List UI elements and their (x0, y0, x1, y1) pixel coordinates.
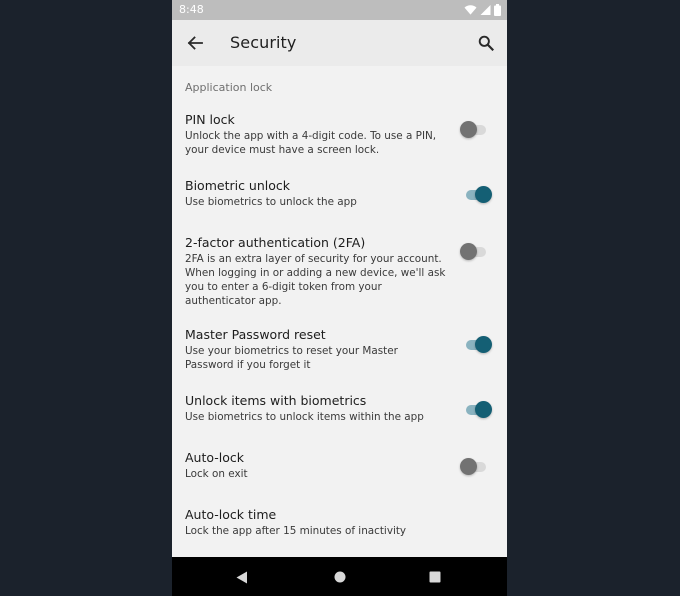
auto-lock-switch[interactable] (458, 457, 492, 477)
status-time: 8:48 (179, 3, 204, 16)
recents-nav-icon (429, 571, 441, 583)
section-header: Application lock (185, 81, 273, 94)
setting-master-password-reset[interactable]: Master Password reset Use your biometric… (172, 327, 507, 371)
setting-biometric-unlock[interactable]: Biometric unlock Use biometrics to unloc… (172, 178, 507, 210)
switch-thumb (460, 121, 477, 138)
setting-title: PIN lock (185, 112, 235, 127)
back-nav-icon (236, 571, 247, 583)
setting-auto-lock-time[interactable]: Auto-lock time Lock the app after 15 min… (172, 507, 507, 539)
setting-description: Unlock the app with a 4-digit code. To u… (185, 130, 437, 156)
setting-two-factor-auth[interactable]: 2-factor authentication (2FA) 2FA is an … (172, 235, 507, 307)
setting-description: Use your biometrics to reset your Master… (185, 345, 398, 371)
nav-recents-button[interactable] (425, 567, 445, 587)
page-title: Security (230, 33, 297, 52)
status-bar: 8:48 (172, 0, 507, 20)
battery-icon (494, 4, 501, 16)
setting-title: 2-factor authentication (2FA) (185, 235, 366, 250)
setting-description: 2FA is an extra layer of security for yo… (185, 253, 446, 307)
master-password-reset-switch[interactable] (458, 335, 492, 355)
nav-back-button[interactable] (232, 567, 252, 587)
setting-pin-lock[interactable]: PIN lock Unlock the app with a 4-digit c… (172, 112, 507, 156)
back-button[interactable] (184, 32, 206, 54)
wifi-icon (464, 5, 477, 15)
setting-title: Unlock items with biometrics (185, 393, 367, 408)
setting-description: Use biometrics to unlock items within th… (185, 411, 424, 423)
navigation-bar (172, 557, 507, 596)
pin-lock-switch[interactable] (458, 120, 492, 140)
phone-screen: 8:48 Security Application lock PIN lock … (172, 0, 507, 596)
search-icon (478, 35, 494, 51)
nav-home-button[interactable] (330, 567, 350, 587)
setting-description: Lock on exit (185, 468, 248, 480)
biometric-unlock-switch[interactable] (458, 185, 492, 205)
setting-description: Use biometrics to unlock the app (185, 196, 357, 208)
setting-title: Master Password reset (185, 327, 326, 342)
setting-description: Lock the app after 15 minutes of inactiv… (185, 525, 407, 537)
switch-thumb (460, 243, 477, 260)
status-icons (464, 4, 501, 16)
settings-list: Application lock PIN lock Unlock the app… (172, 66, 507, 557)
switch-thumb (475, 186, 492, 203)
setting-auto-lock[interactable]: Auto-lock Lock on exit (172, 450, 507, 482)
setting-unlock-items-biometrics[interactable]: Unlock items with biometrics Use biometr… (172, 393, 507, 425)
unlock-items-biometrics-switch[interactable] (458, 400, 492, 420)
app-bar: Security (172, 20, 507, 66)
switch-thumb (460, 458, 477, 475)
arrow-back-icon (187, 36, 203, 50)
home-nav-icon (334, 571, 346, 583)
two-factor-auth-switch[interactable] (458, 242, 492, 262)
setting-title: Auto-lock time (185, 507, 277, 522)
setting-title: Biometric unlock (185, 178, 290, 193)
switch-thumb (475, 401, 492, 418)
setting-title: Auto-lock (185, 450, 244, 465)
search-button[interactable] (475, 32, 497, 54)
switch-thumb (475, 336, 492, 353)
signal-icon (480, 5, 491, 15)
